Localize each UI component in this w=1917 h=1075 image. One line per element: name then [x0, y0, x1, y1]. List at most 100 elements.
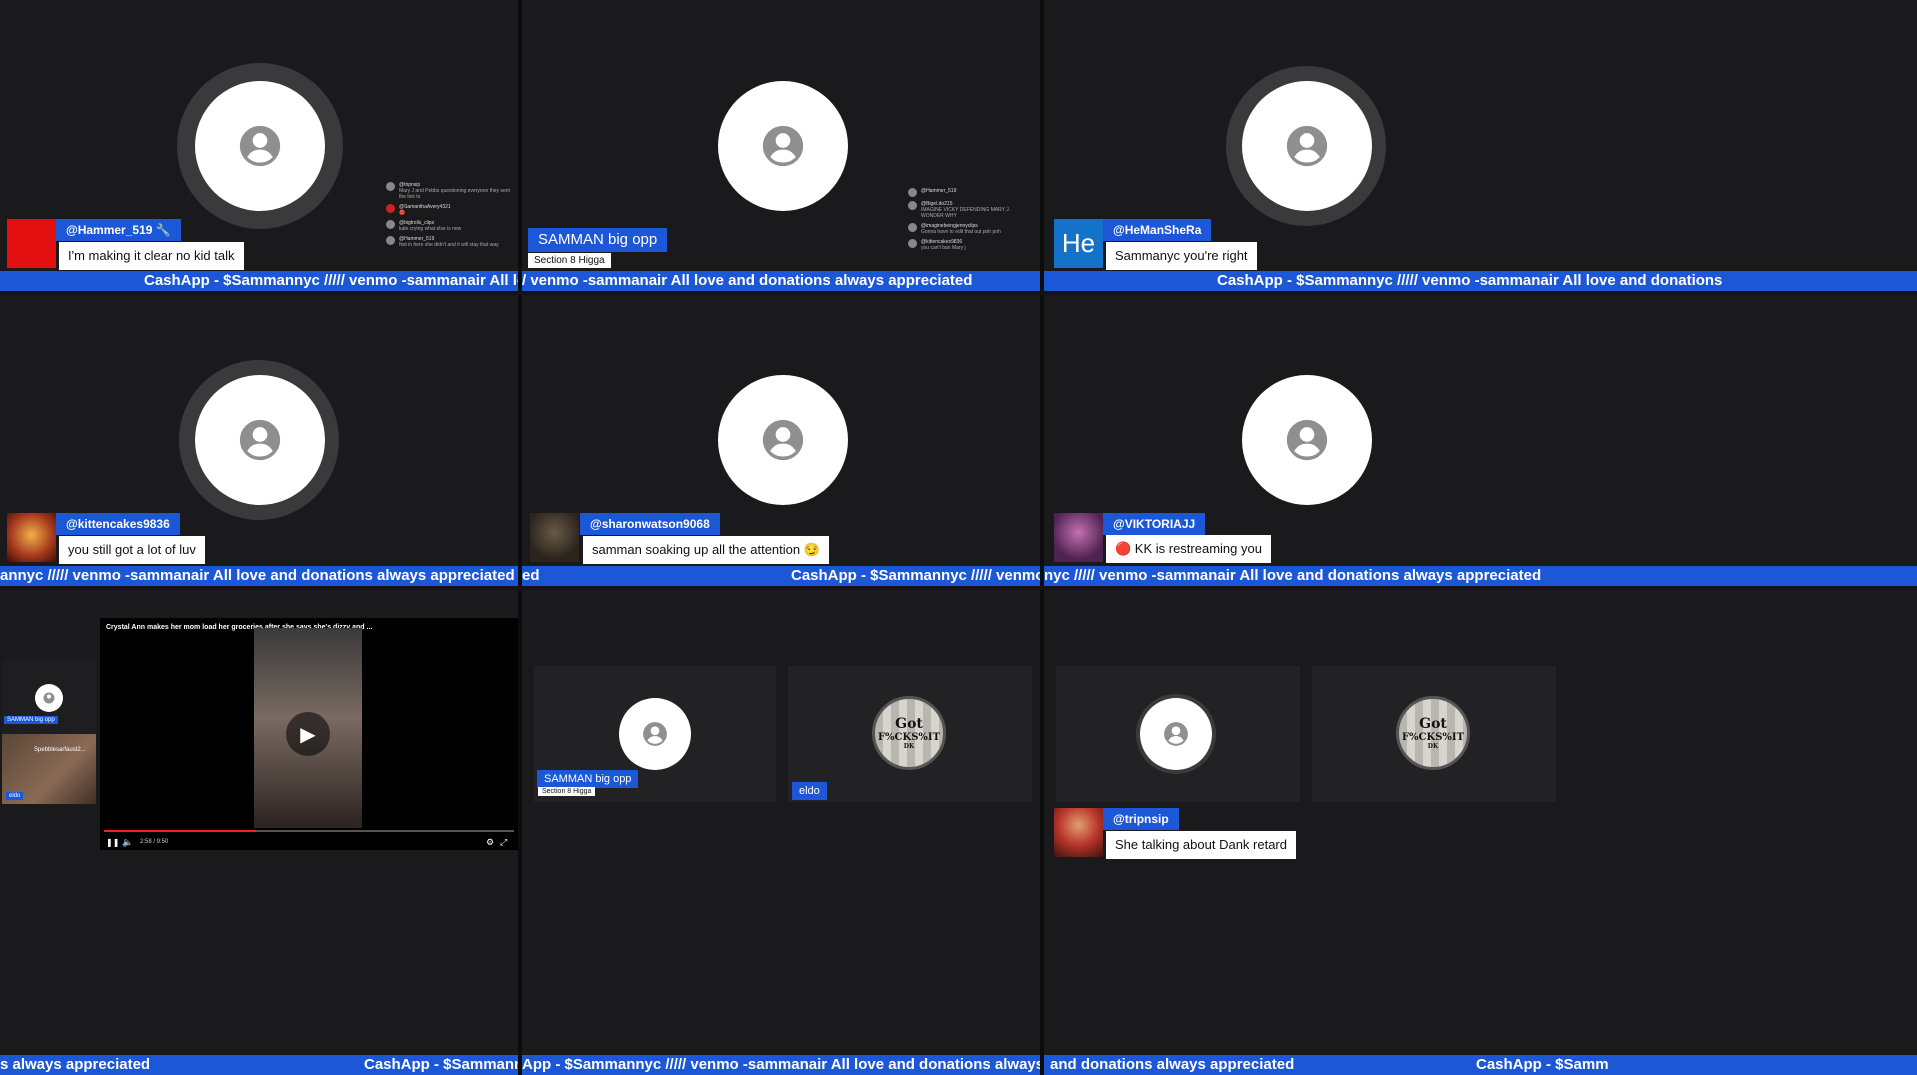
stream-grid: @tripnsip Mary J and Pebbs questioning ev… [0, 0, 1917, 1075]
tile-4[interactable]: @kittencakes9836 you still got a lot of … [0, 295, 522, 586]
donation-ticker: CashApp - $Sammannyc ///// venmo -samman… [0, 271, 518, 291]
default-avatar-icon [718, 81, 848, 211]
tile-8[interactable]: SAMMAN big opp Section 8 Higga Got F%CKS… [522, 590, 1044, 1075]
username-tag: eldo [792, 782, 827, 800]
chat-text: you can't ban Mary j [921, 245, 966, 251]
chat-avatar [386, 182, 395, 191]
user-thumbnail [7, 219, 56, 268]
chat-message: samman soaking up all the attention 😏 [583, 536, 829, 564]
got-fcksit-logo: Got F%CKS%IT DK [872, 696, 946, 770]
chat-user: @SamanthaAvery4321 [399, 204, 451, 210]
sub-tile-left [1056, 666, 1300, 802]
logo-text: DK [1427, 743, 1439, 750]
user-thumbnail [1054, 808, 1103, 857]
chat-line: @SamanthaAvery4321 🔴 [386, 204, 512, 216]
chat-avatar [908, 239, 917, 248]
got-fcksit-logo: Got F%CKS%IT DK [1396, 696, 1470, 770]
logo-text: DK [903, 743, 915, 750]
fullscreen-icon[interactable]: ⤢ [500, 837, 507, 848]
default-avatar-icon [1242, 81, 1372, 211]
pause-icon[interactable]: ❚❚ [106, 838, 119, 847]
logo-text: F%CKS%IT [877, 732, 941, 743]
chat-line: @Hammer_519 Not in here she didn't and it… [386, 236, 512, 248]
tile-2[interactable]: @Hammer_519 @Bigel.do215 IMAGINE VICKY DE… [522, 0, 1044, 291]
stream-title-tag: SAMMAN big opp [537, 770, 639, 788]
chat-avatar [908, 188, 917, 197]
play-icon[interactable]: ▶ [286, 712, 330, 756]
progress-bar[interactable] [104, 830, 514, 832]
donation-ticker: nyc ///// venmo -sammanair All love and … [1044, 566, 1917, 586]
default-avatar-icon [1242, 375, 1372, 505]
chat-text: Gonna have to edit that out poh poh [921, 229, 1001, 235]
chat-line: @Bigel.do215 IMAGINE VICKY DEFENDING MARY… [908, 201, 1034, 219]
default-avatar-icon [195, 81, 325, 211]
mini-username: Spebblesarfaust2... [34, 747, 86, 753]
stream-subtitle: Section 8 Higga [538, 787, 596, 796]
mini-badge: eldo [6, 792, 24, 800]
sub-tile-left: SAMMAN big opp Section 8 Higga [534, 666, 776, 802]
default-avatar-icon [619, 698, 691, 770]
user-thumbnail [530, 513, 579, 562]
chat-line: @bigtrolls_clips kate crying what else is… [386, 220, 512, 232]
username-tag: @kittencakes9836 [56, 513, 180, 535]
user-thumbnail: He [1054, 219, 1103, 268]
chat-text: Not in here she didn't and it will stay … [399, 242, 499, 248]
default-avatar-icon [35, 684, 63, 712]
live-chat-overlay: @Hammer_519 @Bigel.do215 IMAGINE VICKY DE… [908, 188, 1034, 255]
chat-message: 🔴 KK is restreaming you [1106, 535, 1271, 563]
chat-message: you still got a lot of luv [59, 536, 205, 564]
user-thumbnail [1054, 513, 1103, 562]
volume-icon[interactable]: 🔈 [122, 837, 133, 848]
mini-stream-tag: SAMMAN big opp [4, 716, 58, 724]
tile-6[interactable]: @VIKTORIAJJ 🔴 KK is restreaming you nyc … [1044, 295, 1917, 586]
tile-5[interactable]: @sharonwatson9068 samman soaking up all … [522, 295, 1044, 586]
default-avatar-icon [1140, 698, 1212, 770]
chat-text: 🔴 [399, 210, 406, 216]
time-display: 2:58 / 9:50 [140, 839, 169, 845]
logo-text: Got [895, 716, 923, 732]
user-thumbnail [7, 513, 56, 562]
chat-avatar [908, 223, 917, 232]
donation-ticker: / venmo -sammanair All love and donation… [522, 271, 1040, 291]
default-avatar-icon [718, 375, 848, 505]
username-tag: @tripnsip [1103, 808, 1179, 830]
video-player[interactable]: Crystal Ann makes her mom load her groce… [100, 618, 518, 850]
sub-tile-right: Got F%CKS%IT DK [1312, 666, 1556, 802]
chat-text: Mary J and Pebbs questioning everyone th… [399, 188, 510, 200]
chat-text: kate crying what else is new [399, 226, 462, 232]
chat-avatar [386, 236, 395, 245]
chat-message: Sammanyc you're right [1106, 242, 1257, 270]
progress-fill [104, 830, 256, 832]
tile-1[interactable]: @tripnsip Mary J and Pebbs questioning ev… [0, 0, 522, 291]
donation-ticker: and donations always appreciated CashApp… [1044, 1055, 1917, 1075]
chat-line: @imaginebeingjennyclips Gonna have to edi… [908, 223, 1034, 235]
stream-subtitle: Section 8 Higga [528, 253, 611, 268]
chat-avatar [908, 201, 917, 210]
username-tag: @sharonwatson9068 [580, 513, 720, 535]
tile-3[interactable]: He @HeManSheRa Sammanyc you're right Cas… [1044, 0, 1917, 291]
tile-7[interactable]: SAMMAN big opp Spebblesarfaust2... eldo … [0, 590, 522, 1075]
stream-title-tag: SAMMAN big opp [528, 228, 668, 252]
mini-preview: SAMMAN big opp Spebblesarfaust2... eldo [2, 660, 96, 804]
chat-line: @tripnsip Mary J and Pebbs questioning ev… [386, 182, 512, 200]
tile-9[interactable]: Got F%CKS%IT DK @tripnsip She talking ab… [1044, 590, 1917, 1075]
chat-avatar [386, 220, 395, 229]
chat-message: I'm making it clear no kid talk [59, 242, 244, 270]
default-avatar-icon [195, 375, 325, 505]
chat-text: IMAGINE VICKY DEFENDING MARY J. WONDER W… [921, 207, 1011, 219]
settings-icon[interactable]: ⚙ [486, 837, 494, 848]
username-tag: @HeManSheRa [1103, 219, 1212, 241]
donation-ticker: annyc ///// venmo -sammanair All love an… [0, 566, 518, 586]
chat-line: @kittencakes9836 you can't ban Mary j [908, 239, 1034, 251]
username-tag: @Hammer_519 🔧 [56, 219, 181, 241]
logo-text: F%CKS%IT [1401, 732, 1465, 743]
sub-tile-right: Got F%CKS%IT DK eldo [788, 666, 1032, 802]
live-chat-overlay: @tripnsip Mary J and Pebbs questioning ev… [386, 182, 512, 252]
username-tag: @VIKTORIAJJ [1103, 513, 1206, 535]
chat-user: @Hammer_519 [921, 188, 957, 194]
chat-line: @Hammer_519 [908, 188, 1034, 197]
chat-avatar [386, 204, 395, 213]
donation-ticker: CashApp - $Sammannyc ///// venmo -samman… [1044, 271, 1917, 291]
donation-ticker: s always appreciated CashApp - $Sammanny… [0, 1055, 518, 1075]
logo-text: Got [1419, 716, 1447, 732]
